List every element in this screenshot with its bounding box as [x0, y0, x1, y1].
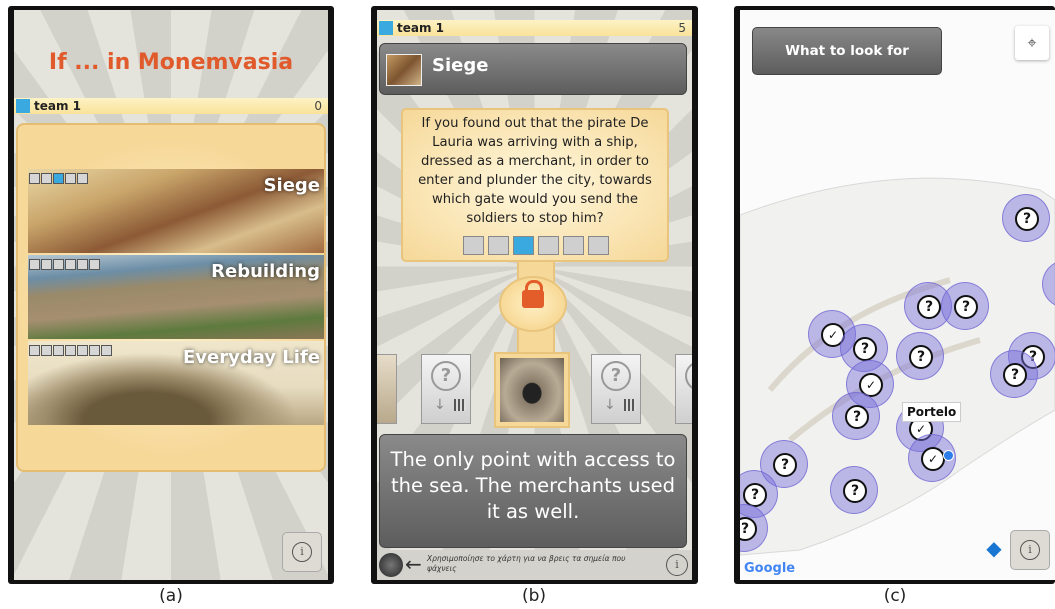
- poi-marker[interactable]: ?: [896, 332, 944, 380]
- answer-card[interactable]: [377, 354, 397, 424]
- team-name: team 1: [34, 99, 82, 113]
- team-color-swatch: [379, 21, 393, 35]
- lock-badge: [499, 276, 567, 332]
- directions-icon[interactable]: ◆: [980, 534, 1008, 562]
- question-box: If you found out that the pirate De Laur…: [401, 108, 669, 262]
- map-view[interactable]: ? ? ? ? ✓ ? ? ? ? ✓ ? ✓ ✓ ? ? ? ? Portel…: [740, 10, 1055, 580]
- chapter-list: Siege Rebuilding Everyday Life: [16, 123, 326, 472]
- map-hint: Χρησιμοποίησε το χάρτη για να βρεις τα σ…: [427, 554, 626, 573]
- chapter-progress: [29, 259, 100, 270]
- question-progress: [463, 236, 609, 255]
- qr-icon: [454, 399, 466, 411]
- answer-carousel[interactable]: ? ↓ ? ↓ ?: [377, 350, 692, 428]
- map-island: [740, 177, 1055, 556]
- team-score: 0: [314, 99, 322, 113]
- question-icon: ?: [685, 361, 692, 391]
- caption-b: (b): [521, 586, 547, 606]
- poi-marker[interactable]: ?: [941, 282, 989, 330]
- answer-text: The only point with access to the sea. T…: [390, 448, 676, 523]
- poi-marker[interactable]: ?: [830, 466, 878, 514]
- question-text: If you found out that the pirate De Laur…: [418, 116, 652, 226]
- poi-marker[interactable]: ?: [832, 392, 880, 440]
- info-icon: i: [292, 542, 312, 562]
- my-location-icon[interactable]: ⌖: [1015, 26, 1049, 60]
- chapter-card-rebuilding[interactable]: Rebuilding: [28, 255, 324, 339]
- info-icon[interactable]: i: [666, 554, 688, 576]
- info-button[interactable]: i: [282, 532, 322, 572]
- qr-icon: [624, 399, 636, 411]
- chapter-thumbnail: [386, 54, 422, 86]
- footer-bar: ← Χρησιμοποίησε το χάρτη για να βρεις τα…: [377, 550, 692, 580]
- team-name: team 1: [397, 21, 445, 35]
- compass-icon[interactable]: [379, 553, 403, 577]
- team-bar: team 1 5: [377, 20, 692, 36]
- question-icon: ?: [431, 361, 461, 391]
- screen-a: If ... in Monemvasia team 1 0 Siege Rebu…: [14, 10, 328, 580]
- app-title: If ... in Monemvasia: [48, 50, 294, 75]
- google-logo: Google: [744, 561, 796, 576]
- info-button[interactable]: i: [1010, 530, 1050, 570]
- phone-screen-a: If ... in Monemvasia team 1 0 Siege Rebu…: [8, 6, 334, 584]
- current-location-dot: [943, 450, 954, 461]
- what-to-look-for-button[interactable]: What to look for: [752, 27, 942, 75]
- arrow-down-icon: ↓: [604, 397, 616, 413]
- gate-photo: [500, 358, 564, 422]
- poi-marker[interactable]: ?: [990, 350, 1038, 398]
- team-color-swatch: [16, 99, 30, 113]
- answer-card-locked[interactable]: ? ↓: [421, 354, 471, 424]
- chapter-label: Rebuilding: [211, 261, 320, 282]
- answer-message: The only point with access to the sea. T…: [379, 434, 687, 548]
- arrow-left-icon[interactable]: ←: [405, 552, 422, 576]
- poi-marker[interactable]: ?: [1002, 194, 1050, 242]
- team-bar: team 1 0: [14, 98, 328, 114]
- chapter-progress: [29, 345, 112, 356]
- chapter-card-everyday-life[interactable]: Everyday Life: [28, 341, 324, 425]
- caption-a: (a): [159, 586, 183, 606]
- chapter-card-siege[interactable]: Siege: [28, 169, 324, 253]
- chapter-title: Siege: [432, 55, 489, 76]
- screen-b: team 1 5 Siege If you found out that the…: [377, 10, 692, 580]
- chapter-header: Siege: [379, 43, 687, 95]
- phone-screen-c: ? ? ? ? ✓ ? ? ? ? ✓ ? ✓ ✓ ? ? ? ? Portel…: [734, 6, 1055, 584]
- info-icon: i: [1020, 540, 1040, 560]
- caption-c: (c): [883, 586, 907, 606]
- arrow-down-icon: ↓: [434, 397, 446, 413]
- chapter-label: Siege: [263, 175, 320, 196]
- answer-card-locked[interactable]: ? ↓: [591, 354, 641, 424]
- phone-screen-b: team 1 5 Siege If you found out that the…: [371, 6, 698, 584]
- answer-card-locked[interactable]: ?: [675, 354, 692, 424]
- screen-c: ? ? ? ? ✓ ? ? ? ? ✓ ? ✓ ✓ ? ? ? ? Portel…: [740, 10, 1055, 580]
- lock-icon: [522, 280, 544, 308]
- poi-tooltip: Portelo: [902, 402, 962, 422]
- team-score: 5: [678, 21, 686, 35]
- chapter-progress: [29, 173, 88, 184]
- answer-card-selected[interactable]: [494, 352, 570, 428]
- chapter-label: Everyday Life: [182, 347, 320, 368]
- question-icon: ?: [601, 361, 631, 391]
